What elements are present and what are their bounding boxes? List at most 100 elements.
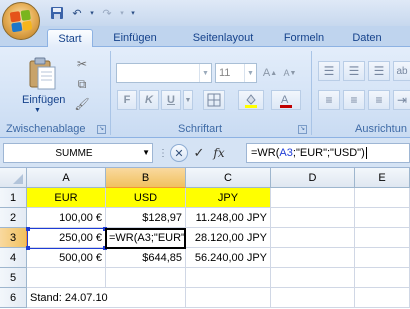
cell-a2[interactable]: 100,00 € xyxy=(27,208,106,228)
cell-b2[interactable]: $128,97 xyxy=(106,208,186,228)
cell-c5[interactable] xyxy=(186,268,271,288)
dialog-launcher-icon[interactable]: ↘ xyxy=(97,125,106,134)
redo-dropdown[interactable]: ▾ xyxy=(118,4,126,22)
align-top-button[interactable]: ☰ xyxy=(318,61,340,81)
resize-handle[interactable] xyxy=(26,246,30,250)
cell-d2[interactable] xyxy=(271,208,355,228)
title-bar: ↶ ▾ ↷ ▾ ▾ xyxy=(0,0,410,26)
row-header-2[interactable]: 2 xyxy=(0,208,27,228)
column-header-c[interactable]: C xyxy=(186,168,271,188)
italic-button[interactable]: K xyxy=(139,90,159,110)
font-color-icon: A xyxy=(280,94,292,108)
office-button[interactable] xyxy=(2,2,40,40)
cell-c4[interactable]: 56.240,00 JPY xyxy=(186,248,271,268)
cell-e6[interactable] xyxy=(355,288,410,308)
copy-icon[interactable]: ⧉ xyxy=(74,76,90,92)
grip-icon: ⋮ xyxy=(158,147,168,159)
tab-formeln[interactable]: Formeln xyxy=(276,29,332,47)
dialog-launcher-icon[interactable]: ↘ xyxy=(298,125,307,134)
align-bottom-button[interactable]: ☰ xyxy=(368,61,390,81)
cell-d1[interactable] xyxy=(271,188,355,208)
cell-e3[interactable] xyxy=(355,228,410,248)
row-header-1[interactable]: 1 xyxy=(0,188,27,208)
cell-d3[interactable] xyxy=(271,228,355,248)
formula-suffix: ;"EUR";"USD") xyxy=(292,147,365,159)
align-middle-button[interactable]: ☰ xyxy=(343,61,365,81)
font-color-button[interactable]: A xyxy=(271,90,301,110)
insert-function-button[interactable]: fx xyxy=(210,144,228,162)
font-group-label: Schriftart xyxy=(178,123,223,135)
cell-c3[interactable]: 28.120,00 JPY xyxy=(186,228,271,248)
cell-c6[interactable] xyxy=(186,288,271,308)
row-header-3[interactable]: 3 xyxy=(0,228,27,248)
fill-color-button[interactable] xyxy=(238,90,264,110)
cell-a4[interactable]: 500,00 € xyxy=(27,248,106,268)
tab-seitenlayout[interactable]: Seitenlayout xyxy=(180,29,266,47)
format-painter-icon[interactable]: 🖌 xyxy=(74,96,90,112)
cell-a5[interactable] xyxy=(27,268,106,288)
paste-button[interactable]: Einfügen xyxy=(22,94,65,106)
cell-b6[interactable] xyxy=(106,288,186,308)
column-header-e[interactable]: E xyxy=(355,168,410,188)
align-center-button[interactable]: ≡ xyxy=(343,90,365,110)
bold-button[interactable]: F xyxy=(117,90,137,110)
undo-dropdown[interactable]: ▾ xyxy=(88,4,96,22)
customize-qat-button[interactable]: ▾ xyxy=(128,4,138,22)
formula-prefix: =WR( xyxy=(251,147,280,159)
indent-button[interactable]: ⇥ xyxy=(393,90,410,110)
column-header-d[interactable]: D xyxy=(271,168,355,188)
cell-b4[interactable]: $644,85 xyxy=(106,248,186,268)
active-cell-editor[interactable]: =WR(A3;"EUR";"USD") xyxy=(105,228,186,249)
cancel-button[interactable]: ✕ xyxy=(170,144,188,162)
font-size-combo[interactable]: 11 ▼ xyxy=(215,63,257,83)
row-header-5[interactable]: 5 xyxy=(0,268,27,288)
chevron-down-icon[interactable]: ▼ xyxy=(142,148,150,157)
alignment-group-label: Ausrichtun xyxy=(355,123,407,135)
borders-button[interactable] xyxy=(203,90,225,110)
select-all-button[interactable] xyxy=(0,168,27,188)
resize-handle[interactable] xyxy=(26,227,30,231)
column-header-b[interactable]: B xyxy=(106,168,186,188)
chevron-down-icon[interactable]: ▼ xyxy=(34,107,41,114)
name-box[interactable]: SUMME ▼ xyxy=(3,143,153,163)
undo-button[interactable]: ↶ xyxy=(68,4,86,22)
cut-icon[interactable]: ✂ xyxy=(74,56,90,72)
cell-b5[interactable] xyxy=(106,268,186,288)
formula-input[interactable]: =WR(A3;"EUR";"USD") xyxy=(246,143,410,163)
cell-a6[interactable]: Stand: 24.07.10 xyxy=(27,288,108,308)
align-left-button[interactable]: ≡ xyxy=(318,90,340,110)
shrink-font-icon[interactable]: A ▼ xyxy=(282,65,298,81)
cell-b1[interactable]: USD xyxy=(106,188,186,208)
orientation-button[interactable]: ab xyxy=(393,61,410,81)
align-left-icon: ≡ xyxy=(325,93,333,107)
cell-c1[interactable]: JPY xyxy=(186,188,271,208)
cell-d4[interactable] xyxy=(271,248,355,268)
tab-start[interactable]: Start xyxy=(47,29,93,47)
cell-e4[interactable] xyxy=(355,248,410,268)
save-icon xyxy=(51,7,63,19)
fill-color-icon xyxy=(245,94,257,108)
group-divider xyxy=(311,51,312,135)
column-header-a[interactable]: A xyxy=(27,168,106,188)
save-button[interactable] xyxy=(48,4,66,22)
cell-a1[interactable]: EUR xyxy=(27,188,106,208)
cell-e5[interactable] xyxy=(355,268,410,288)
underline-button[interactable]: U xyxy=(161,90,181,110)
enter-button[interactable]: ✓ xyxy=(190,144,208,162)
align-right-button[interactable]: ≡ xyxy=(368,90,390,110)
cell-e2[interactable] xyxy=(355,208,410,228)
cell-c2[interactable]: 11.248,00 JPY xyxy=(186,208,271,228)
row-header-4[interactable]: 4 xyxy=(0,248,27,268)
cell-e1[interactable] xyxy=(355,188,410,208)
font-name-combo[interactable]: ▼ xyxy=(116,63,212,83)
tab-daten[interactable]: Daten xyxy=(344,29,390,47)
row-header-6[interactable]: 6 xyxy=(0,288,27,308)
grow-font-icon[interactable]: A ▲ xyxy=(262,65,278,81)
redo-button[interactable]: ↷ xyxy=(98,4,116,22)
cell-d5[interactable] xyxy=(271,268,355,288)
worksheet-grid[interactable]: A B C D E 1 2 3 4 5 6 EUR USD JPY 100,00… xyxy=(0,168,410,309)
quick-access-toolbar: ↶ ▾ ↷ ▾ ▾ xyxy=(48,4,138,22)
underline-dropdown[interactable]: ▼ xyxy=(183,90,193,110)
tab-einfuegen[interactable]: Einfügen xyxy=(103,29,167,47)
cell-d6[interactable] xyxy=(271,288,355,308)
